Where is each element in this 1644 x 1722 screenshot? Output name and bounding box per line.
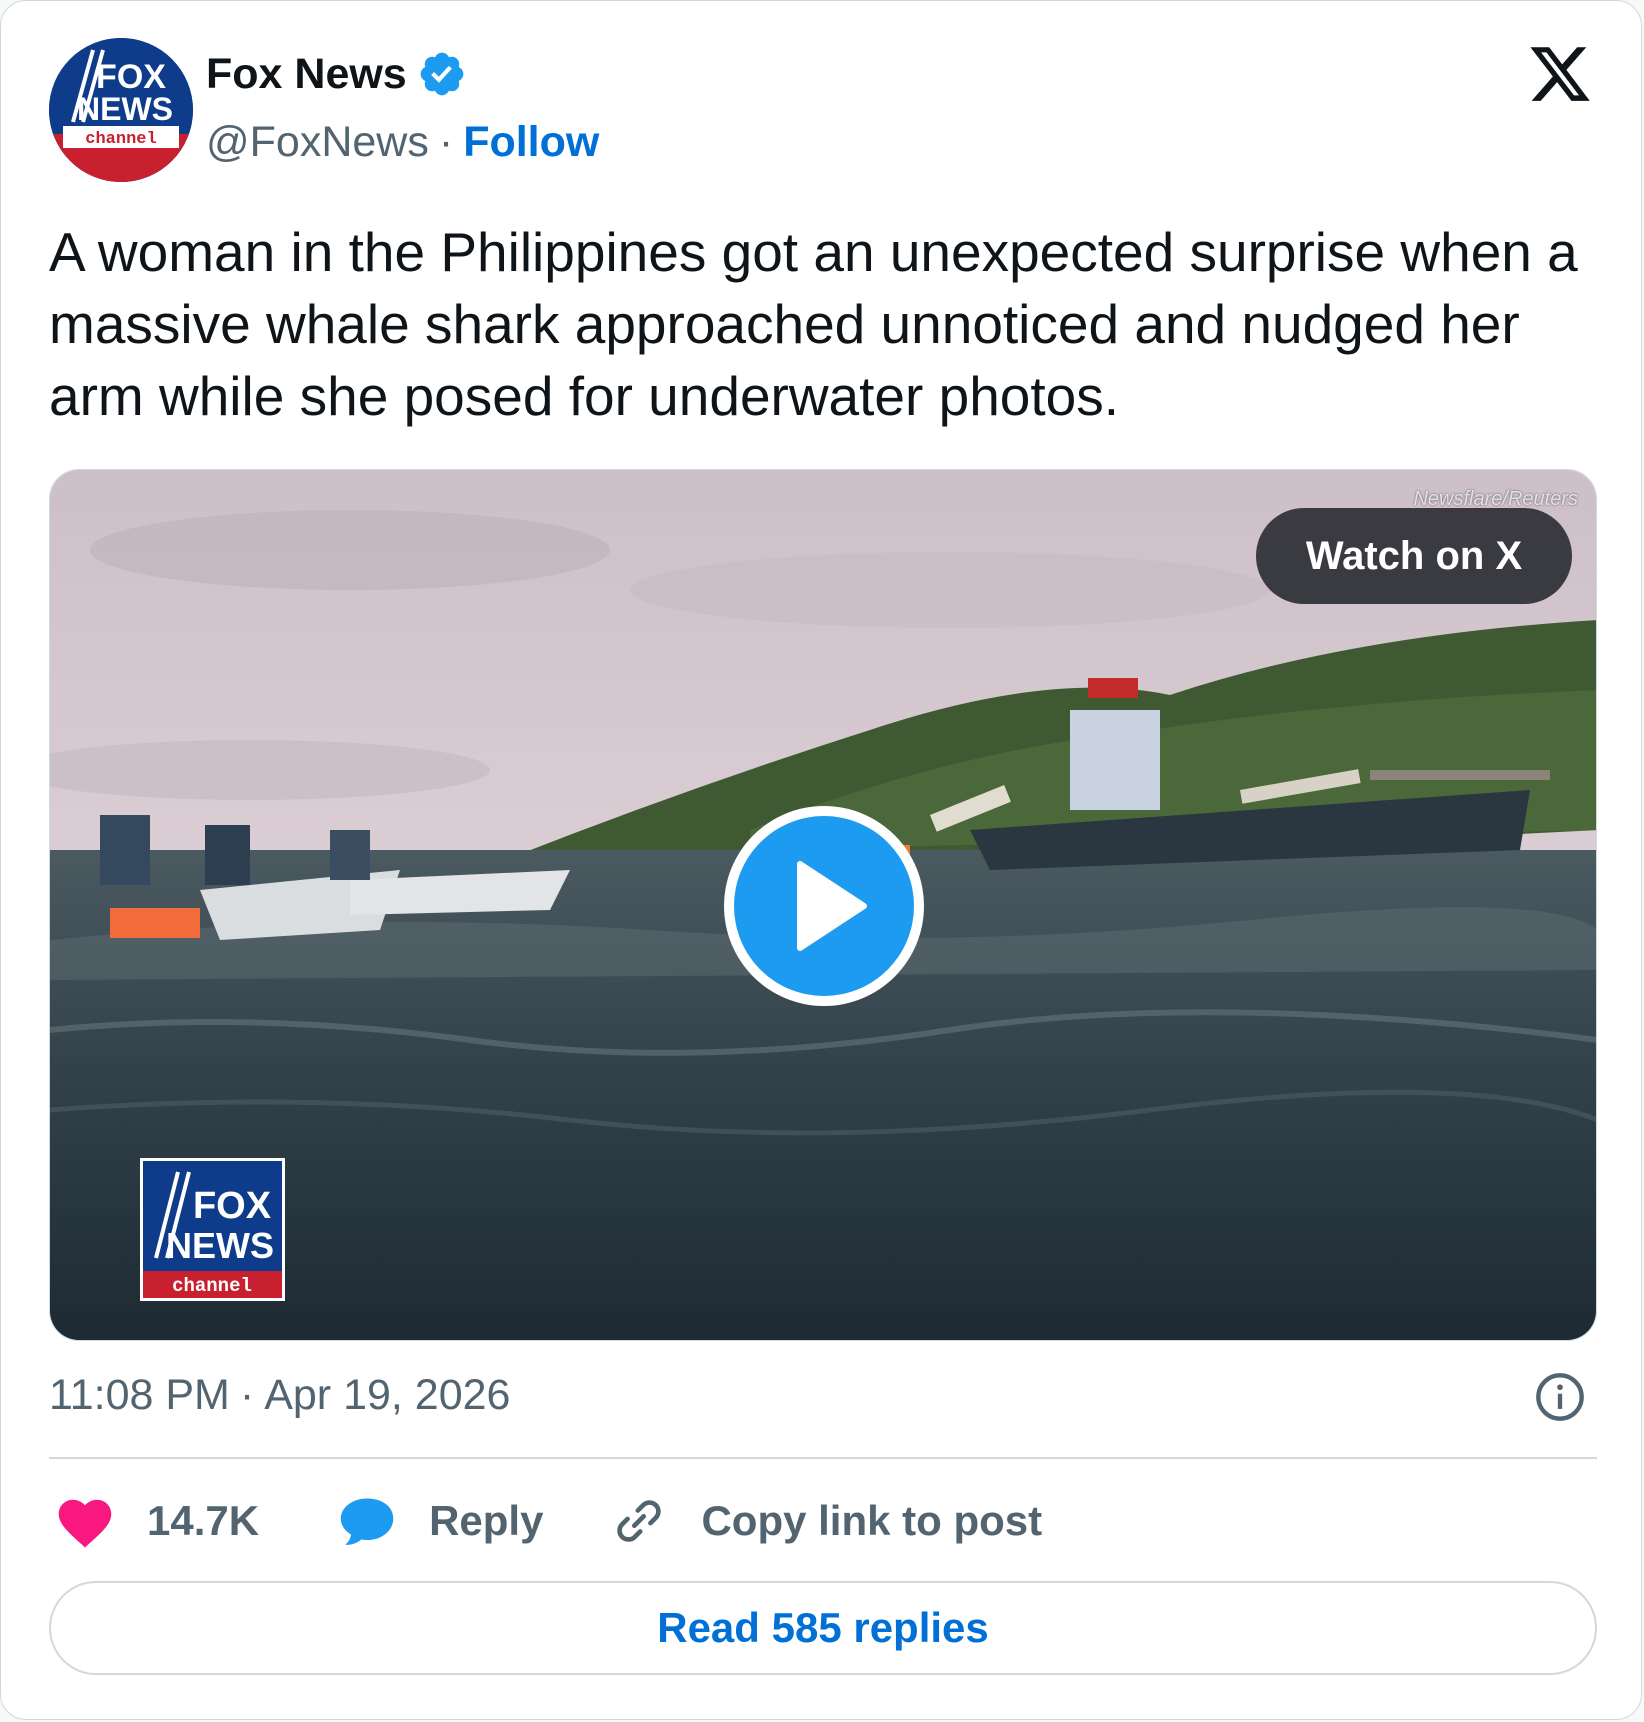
play-button-circle	[734, 816, 914, 996]
like-count: 14.7K	[147, 1497, 260, 1544]
tweet-text: A woman in the Philippines got an unexpe…	[49, 221, 1578, 427]
link-icon	[617, 1500, 662, 1542]
tweet-card: FOX NEWS channel Fox News @FoxNews · Fol…	[0, 0, 1642, 1720]
watermark-line2: NEWS	[166, 1225, 274, 1266]
separator: ·	[438, 118, 454, 166]
play-button[interactable]	[724, 806, 924, 1006]
verified-badge-icon	[420, 52, 464, 96]
action-bar: 14.7K Reply Copy link to post	[49, 1481, 1042, 1561]
post-date: Apr 19, 2026	[264, 1371, 511, 1419]
x-logo-icon[interactable]	[1526, 41, 1594, 107]
video-player[interactable]: Newsflare/Reuters Watch on X FOX NEWS ch…	[49, 469, 1597, 1341]
copy-link-label: Copy link to post	[701, 1497, 1043, 1544]
avatar-logo-line2: NEWS	[77, 91, 173, 127]
speech-bubble-icon	[340, 1498, 394, 1545]
avatar-logo-line3: channel	[85, 130, 156, 149]
like-button[interactable]: 14.7K	[55, 1493, 259, 1549]
info-icon[interactable]	[1534, 1371, 1586, 1423]
handle[interactable]: @FoxNews	[206, 118, 429, 167]
post-time: 11:08 PM	[49, 1371, 230, 1419]
handle-row: @FoxNews · Follow	[206, 118, 599, 167]
reply-button[interactable]: Reply	[337, 1493, 543, 1549]
watermark-line1: FOX	[193, 1185, 272, 1227]
separator: ·	[239, 1371, 255, 1419]
fox-news-watermark: FOX NEWS channel	[140, 1158, 285, 1301]
reply-label: Reply	[429, 1497, 544, 1544]
heart-icon	[58, 1499, 112, 1548]
timestamp[interactable]: 11:08 PM · Apr 19, 2026	[49, 1371, 510, 1420]
follow-button[interactable]: Follow	[463, 118, 599, 167]
watermark-line3: channel	[172, 1275, 252, 1297]
account-name-row: Fox News	[206, 49, 467, 99]
play-icon	[797, 861, 867, 951]
divider	[49, 1457, 1597, 1459]
watch-on-x-button[interactable]: Watch on X	[1256, 508, 1572, 604]
avatar[interactable]: FOX NEWS channel	[49, 38, 193, 182]
copy-link-button[interactable]: Copy link to post	[609, 1493, 1042, 1549]
display-name[interactable]: Fox News	[206, 50, 407, 99]
fox-news-logo: FOX NEWS channel	[49, 38, 193, 182]
read-replies-button[interactable]: Read 585 replies	[49, 1581, 1597, 1675]
